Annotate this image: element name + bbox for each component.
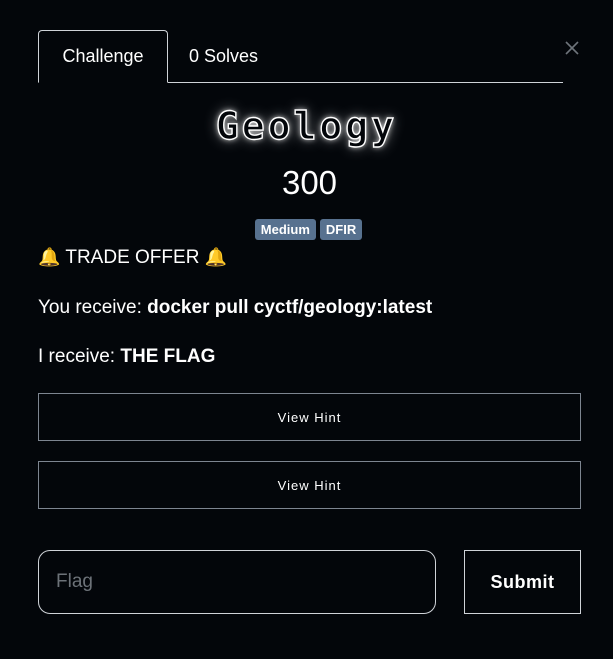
bell-icon: 🔔 <box>38 247 61 268</box>
challenge-name: Geology <box>215 103 398 148</box>
challenge-tags: Medium DFIR <box>0 219 613 240</box>
challenge-tabs: Challenge 0 Solves <box>38 30 563 83</box>
you-receive-label: You receive: <box>38 297 148 318</box>
tab-solves-label: 0 Solves <box>189 45 259 66</box>
submit-button[interactable]: Submit <box>464 550 581 614</box>
flag-input[interactable] <box>38 550 436 614</box>
view-hint-button-1[interactable]: View Hint <box>38 393 581 441</box>
challenge-points: 300 <box>281 164 338 201</box>
tag-badge-category: DFIR <box>319 219 363 240</box>
close-icon[interactable] <box>562 38 582 58</box>
view-hint-button-2[interactable]: View Hint <box>38 461 581 509</box>
view-hint-label: View Hint <box>277 409 342 425</box>
you-receive-value: docker pull cyctf/geology:latest <box>147 297 433 318</box>
description-line-i-receive: I receive: THE FLAG <box>38 346 215 368</box>
tab-challenge-label: Challenge <box>62 46 144 66</box>
trade-offer-text: TRADE OFFER <box>65 247 200 268</box>
bell-icon: 🔔 <box>204 247 228 268</box>
challenge-modal: Challenge 0 Solves Geology 300 Medium DF… <box>0 0 613 659</box>
description-line-you-receive: You receive: docker pull cyctf/geology:l… <box>38 297 432 319</box>
view-hint-label: View Hint <box>277 477 342 493</box>
tag-badge-difficulty: Medium <box>254 219 316 240</box>
i-receive-value: THE FLAG <box>120 346 216 367</box>
tab-challenge[interactable]: Challenge <box>38 30 168 83</box>
i-receive-label: I receive: <box>38 346 121 367</box>
tab-solves[interactable]: 0 Solves <box>178 30 283 82</box>
description-line-trade-offer: 🔔 TRADE OFFER 🔔 <box>38 247 227 269</box>
